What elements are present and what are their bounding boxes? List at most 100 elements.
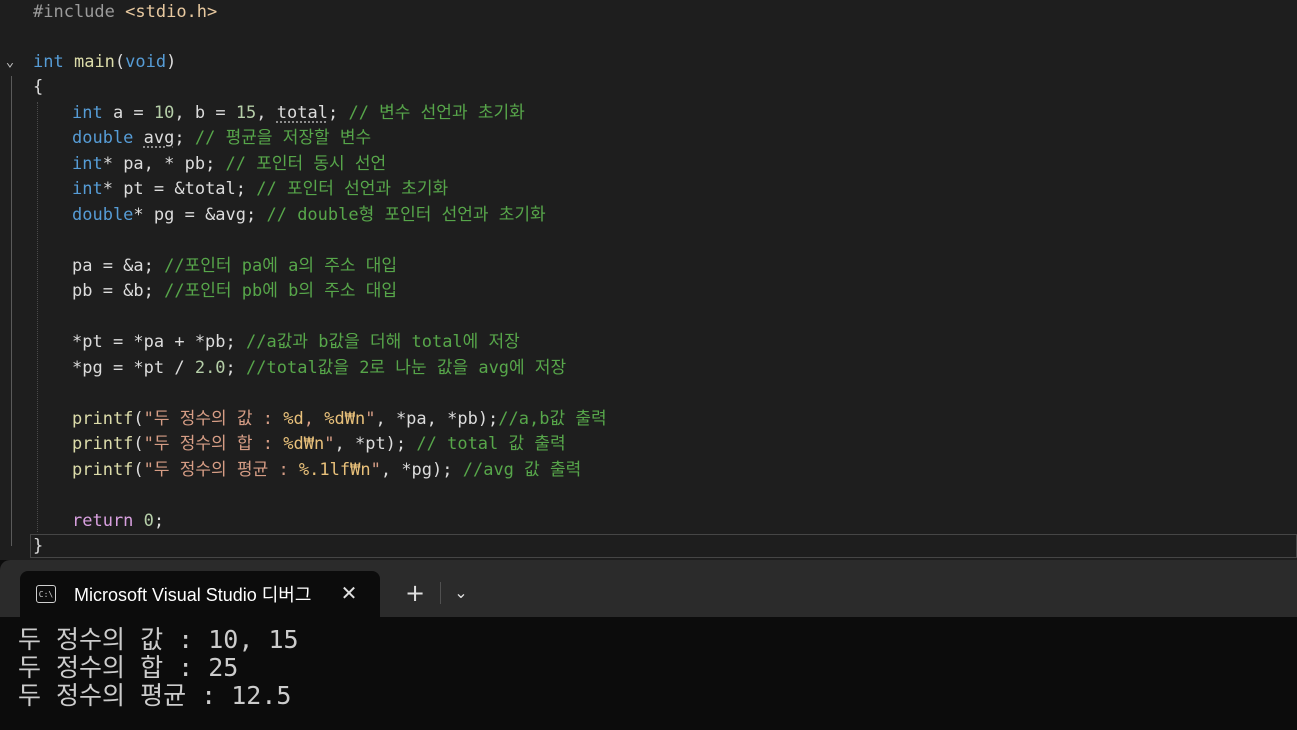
string-literal: "두 정수의 합 : bbox=[143, 434, 284, 454]
keyword: int bbox=[33, 52, 64, 72]
code-text: ; bbox=[153, 511, 165, 531]
format-specifier: %.1lf bbox=[298, 460, 351, 480]
keyword: double bbox=[72, 128, 134, 148]
code-line-14[interactable]: *pt = *pa + *pb; //a값과 b값을 더해 total에 저장 bbox=[72, 330, 520, 355]
code-text: * pt = &total; bbox=[102, 179, 257, 199]
number-literal: 10 bbox=[153, 103, 175, 123]
debug-console-window[interactable]: C:\ Microsoft Visual Studio 디버그 ✕ + ⌄ 두 … bbox=[0, 560, 1297, 730]
paren: ( bbox=[133, 409, 144, 429]
code-text: ; bbox=[327, 103, 349, 123]
string-literal: "두 정수의 평균 : bbox=[143, 460, 299, 480]
comment: //a,b값 출력 bbox=[498, 409, 607, 429]
close-icon[interactable]: ✕ bbox=[338, 582, 360, 604]
code-line-7[interactable]: int* pa, * pb; // 포인터 동시 선언 bbox=[72, 152, 386, 177]
code-line-6[interactable]: double avg; // 평균을 저장할 변수 bbox=[72, 126, 371, 151]
code-line-22[interactable]: } bbox=[33, 534, 43, 559]
comment: //포인터 pa에 a의 주소 대입 bbox=[164, 256, 397, 276]
string-literal: " bbox=[365, 409, 376, 429]
code-text: pa = &a; bbox=[72, 256, 165, 276]
code-text: , *pt); bbox=[334, 434, 417, 454]
chevron-down-icon[interactable]: ⌄ bbox=[2, 54, 18, 70]
format-specifier: %d bbox=[324, 409, 345, 429]
preprocessor-directive: #include bbox=[33, 2, 115, 22]
output-line: 두 정수의 평균 : 12.5 bbox=[18, 681, 292, 710]
comment: // double형 포인터 선언과 초기화 bbox=[266, 205, 546, 225]
code-line-8[interactable]: int* pt = &total; // 포인터 선언과 초기화 bbox=[72, 177, 448, 202]
code-text: , *pg); bbox=[380, 460, 463, 480]
paren: ( bbox=[133, 460, 144, 480]
code-line-3[interactable]: int main(void) bbox=[33, 50, 176, 75]
chevron-down-icon[interactable]: ⌄ bbox=[448, 580, 474, 606]
code-text: ; bbox=[225, 358, 247, 378]
code-line-11[interactable]: pa = &a; //포인터 pa에 a의 주소 대입 bbox=[72, 254, 397, 279]
code-line-4[interactable]: { bbox=[33, 75, 43, 100]
terminal-tab[interactable]: C:\ Microsoft Visual Studio 디버그 ✕ bbox=[20, 571, 380, 617]
code-text: , bbox=[256, 103, 277, 123]
comment: // 포인터 동시 선언 bbox=[225, 154, 387, 174]
paren: ( bbox=[133, 434, 144, 454]
keyword: int bbox=[72, 154, 103, 174]
code-line-21[interactable]: return 0; bbox=[72, 509, 164, 534]
number-literal: 0 bbox=[143, 511, 154, 531]
keyword: double bbox=[72, 205, 134, 225]
code-text: * pa, * pb; bbox=[102, 154, 226, 174]
code-line-18[interactable]: printf("두 정수의 합 : %d₩n", *pt); // total … bbox=[72, 432, 566, 457]
comment: // 평균을 저장할 변수 bbox=[194, 128, 372, 148]
brace-close: } bbox=[33, 536, 44, 556]
brace-open: { bbox=[33, 77, 44, 97]
code-text: *pg = *pt / bbox=[72, 358, 195, 378]
string-literal: , bbox=[303, 409, 325, 429]
comment: // total 값 출력 bbox=[416, 434, 566, 454]
comment: //total값을 2로 나눈 값을 avg에 저장 bbox=[246, 358, 567, 378]
code-text: pb = &b; bbox=[72, 281, 165, 301]
code-editor[interactable]: ⌄ #include <stdio.h> int main(void) { in… bbox=[0, 0, 1297, 560]
comment: //avg 값 출력 bbox=[462, 460, 582, 480]
console-output: 두 정수의 값 : 10, 15 두 정수의 합 : 25 두 정수의 평균 :… bbox=[18, 626, 1288, 710]
code-text: , *pa, *pb); bbox=[375, 409, 499, 429]
variable-warning[interactable]: total bbox=[277, 103, 328, 123]
terminal-icon: C:\ bbox=[36, 585, 56, 603]
string-literal: " bbox=[324, 434, 335, 454]
new-tab-button[interactable]: + bbox=[402, 580, 428, 606]
code-text: a = bbox=[102, 103, 154, 123]
keyword: return bbox=[72, 511, 134, 531]
keyword: int bbox=[72, 103, 103, 123]
terminal-tab-bar: C:\ Microsoft Visual Studio 디버그 ✕ + ⌄ bbox=[0, 560, 1297, 617]
code-line-5[interactable]: int a = 10, b = 15, total; // 변수 선언과 초기화 bbox=[72, 101, 525, 126]
function-call: printf bbox=[72, 409, 134, 429]
escape-sequence: ₩n bbox=[344, 409, 366, 429]
code-line-19[interactable]: printf("두 정수의 평균 : %.1lf₩n", *pg); //avg… bbox=[72, 458, 581, 483]
format-specifier: %d bbox=[283, 409, 304, 429]
string-literal: "두 정수의 값 : bbox=[143, 409, 284, 429]
function-call: printf bbox=[72, 460, 134, 480]
number-literal: 15 bbox=[235, 103, 257, 123]
current-line-highlight bbox=[30, 534, 1297, 558]
format-specifier: %d bbox=[283, 434, 304, 454]
escape-sequence: ₩n bbox=[303, 434, 325, 454]
function-name: main bbox=[73, 52, 115, 72]
code-text: ; bbox=[174, 128, 195, 148]
code-text: , b = bbox=[174, 103, 236, 123]
number-literal: 2.0 bbox=[194, 358, 226, 378]
include-header: <stdio.h> bbox=[125, 2, 218, 22]
escape-sequence: ₩n bbox=[350, 460, 371, 480]
output-line: 두 정수의 합 : 25 bbox=[18, 653, 239, 682]
indent-guide bbox=[37, 102, 39, 532]
code-line-15[interactable]: *pg = *pt / 2.0; //total값을 2로 나눈 값을 avg에… bbox=[72, 356, 566, 381]
code-text: * pg = &avg; bbox=[133, 205, 267, 225]
code-line-9[interactable]: double* pg = &avg; // double형 포인터 선언과 초기… bbox=[72, 203, 546, 228]
function-call: printf bbox=[72, 434, 134, 454]
comment: //포인터 pb에 b의 주소 대입 bbox=[164, 281, 397, 301]
code-line-1[interactable]: #include <stdio.h> bbox=[33, 0, 217, 25]
code-line-17[interactable]: printf("두 정수의 값 : %d, %d₩n", *pa, *pb);/… bbox=[72, 407, 607, 432]
tab-title: Microsoft Visual Studio 디버그 bbox=[74, 585, 312, 605]
comment: //a값과 b값을 더해 total에 저장 bbox=[246, 332, 520, 352]
variable-warning[interactable]: avg bbox=[144, 128, 175, 148]
tab-separator bbox=[440, 582, 441, 604]
paren: ) bbox=[166, 52, 177, 72]
paren: ( bbox=[114, 52, 126, 72]
keyword: void bbox=[125, 52, 167, 72]
code-line-12[interactable]: pb = &b; //포인터 pb에 b의 주소 대입 bbox=[72, 279, 397, 304]
